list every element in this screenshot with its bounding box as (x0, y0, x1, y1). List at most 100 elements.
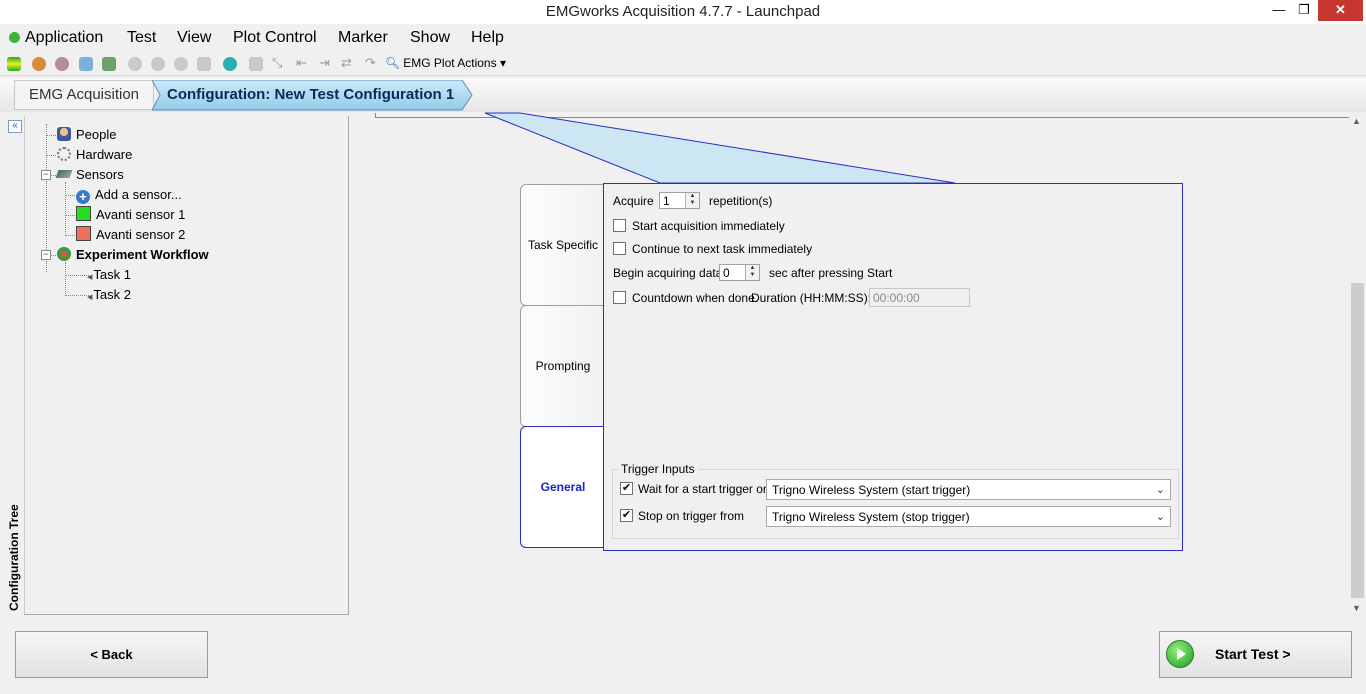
stop-trigger-label: Stop on trigger from (638, 509, 745, 523)
shift-left-icon[interactable]: ⇤ (296, 55, 307, 71)
gear-icon (57, 147, 71, 161)
pause-icon[interactable] (174, 57, 188, 71)
countdown-checkbox[interactable] (613, 291, 626, 304)
begin-suffix-label: sec after pressing Start (769, 266, 893, 280)
tree-item-hardware[interactable]: Hardware (57, 145, 132, 165)
play-icon[interactable] (128, 57, 142, 71)
tree-item-sensor-1[interactable]: Avanti sensor 1 (76, 205, 185, 225)
scroll-down-icon[interactable]: ▼ (1352, 603, 1361, 613)
tree-item-people[interactable]: People (57, 125, 116, 145)
restore-icon[interactable]: ❐ (1293, 0, 1315, 21)
continue-next-checkbox[interactable] (613, 242, 626, 255)
stop-trigger-select[interactable]: Trigno Wireless System (stop trigger) ⌄ (766, 506, 1171, 527)
vertical-scrollbar[interactable]: ▲ ▼ (1349, 113, 1366, 616)
wait-trigger-checkbox[interactable]: ✔ (620, 482, 633, 495)
sensor-bar-icon[interactable] (7, 57, 21, 71)
grid-icon[interactable] (197, 57, 211, 71)
title-bar: EMGworks Acquisition 4.7.7 - Launchpad —… (0, 0, 1366, 24)
menu-test[interactable]: Test (127, 29, 156, 47)
tree-item-task-1[interactable]: ◀Task 1 (87, 265, 131, 285)
search-tool-icon[interactable] (79, 57, 93, 71)
scroll-thumb[interactable] (1351, 283, 1364, 598)
tree-label: Hardware (76, 147, 133, 162)
tree-line (65, 275, 89, 276)
help-icon[interactable] (223, 57, 237, 71)
tab-task-specific[interactable]: Task Specific (520, 184, 605, 306)
minimize-icon[interactable]: — (1268, 0, 1290, 21)
task-marker-icon: ◀ (87, 274, 93, 281)
tree-label: Task 2 (93, 287, 131, 302)
magnifier-icon: 🔍︎ (385, 56, 401, 70)
add-icon: + (76, 190, 90, 204)
shift-right-icon[interactable]: ⇥ (319, 55, 330, 71)
tree-line (46, 155, 56, 156)
user-settings-icon[interactable] (55, 57, 69, 71)
stop-trigger-value: Trigno Wireless System (stop trigger) (772, 510, 970, 524)
menu-help[interactable]: Help (471, 29, 504, 47)
workflow-collapse-toggle[interactable]: − (41, 250, 51, 260)
wait-trigger-label: Wait for a start trigger on (638, 482, 770, 496)
tab-label: Task Specific (527, 238, 599, 252)
menu-bar: Application Test View Plot Control Marke… (0, 26, 1366, 50)
tab-label: Prompting (535, 359, 591, 373)
begin-delay-stepper[interactable]: 0 ▲ ▼ (719, 264, 760, 281)
zoom-icon[interactable]: ⤡ (272, 55, 282, 71)
tab-prompting[interactable]: Prompting (520, 305, 605, 427)
chevron-down-icon: ▾ (499, 56, 506, 70)
start-trigger-select[interactable]: Trigno Wireless System (start trigger) ⌄ (766, 479, 1171, 500)
duration-value: 00:00:00 (873, 291, 920, 305)
stop-icon[interactable] (151, 57, 165, 71)
menu-view[interactable]: View (177, 29, 211, 47)
begin-acquiring-label: Begin acquiring data (613, 266, 723, 280)
stop-trigger-checkbox[interactable]: ✔ (620, 509, 633, 522)
stepper-arrows-icon[interactable]: ▲ ▼ (745, 265, 759, 280)
tree-item-workflow[interactable]: Experiment Workflow (57, 245, 209, 265)
tree-item-add-sensor[interactable]: + Add a sensor... (76, 185, 182, 205)
tree-label: Avanti sensor 2 (96, 227, 186, 242)
plot-actions-dropdown[interactable]: 🔍︎ EMG Plot Actions ▾ (385, 56, 506, 70)
tree-line (65, 295, 89, 296)
breadcrumb-emg-acquisition[interactable]: EMG Acquisition (14, 80, 154, 110)
tab-general[interactable]: General (520, 426, 605, 548)
duration-label: Duration (HH:MM:SS): (751, 291, 872, 305)
tree-label: Avanti sensor 1 (96, 207, 186, 222)
config-tree-sidebar: « Configuration Tree (5, 116, 25, 614)
start-trigger-value: Trigno Wireless System (start trigger) (772, 483, 971, 497)
tree-item-task-2[interactable]: ◀Task 2 (87, 285, 131, 305)
save-icon[interactable] (102, 57, 116, 71)
workflow-icon (57, 247, 71, 261)
breadcrumb-configuration[interactable]: Configuration: New Test Configuration 1 (152, 80, 473, 111)
start-test-label: Start Test > (1215, 646, 1291, 662)
sensors-collapse-toggle[interactable]: − (41, 170, 51, 180)
collapse-icon[interactable]: « (8, 120, 22, 133)
redo-icon[interactable]: ↷ (365, 55, 376, 71)
start-test-button[interactable]: Start Test > (1159, 631, 1352, 678)
chevron-down-icon: ⌄ (1155, 484, 1165, 496)
tree-label: Sensors (76, 167, 124, 182)
start-immediately-checkbox[interactable] (613, 219, 626, 232)
continue-next-label: Continue to next task immediately (632, 242, 813, 256)
toolbar: ⤡ ⇤ ⇥ ⇄ ↷ 🔍︎ EMG Plot Actions ▾ (0, 53, 1366, 76)
task-callout-wedge (484, 112, 956, 184)
scroll-up-icon[interactable]: ▲ (1352, 116, 1361, 126)
begin-delay-value: 0 (723, 266, 730, 280)
chevron-down-icon: ⌄ (1155, 511, 1165, 523)
close-icon[interactable]: ✕ (1318, 0, 1363, 21)
stepper-arrows-icon[interactable]: ▲ ▼ (685, 193, 699, 208)
menu-application[interactable]: Application (25, 29, 103, 47)
configuration-tree: − − People Hardware Sensors + Add a senso… (24, 116, 349, 615)
menu-plot-control[interactable]: Plot Control (233, 29, 317, 47)
expand-icon[interactable]: ⇄ (341, 55, 352, 71)
play-icon (1166, 640, 1194, 668)
tree-item-sensor-2[interactable]: Avanti sensor 2 (76, 225, 185, 245)
tree-line (65, 182, 66, 236)
application-icon (9, 32, 20, 43)
back-button[interactable]: < Back (15, 631, 208, 678)
duration-field[interactable]: 00:00:00 (869, 288, 970, 307)
people-icon[interactable] (32, 57, 46, 71)
list-icon[interactable] (249, 57, 263, 71)
acquire-repetitions-stepper[interactable]: 1 ▲ ▼ (659, 192, 700, 209)
menu-marker[interactable]: Marker (338, 29, 388, 47)
menu-show[interactable]: Show (410, 29, 450, 47)
tree-item-sensors[interactable]: Sensors (55, 165, 124, 185)
